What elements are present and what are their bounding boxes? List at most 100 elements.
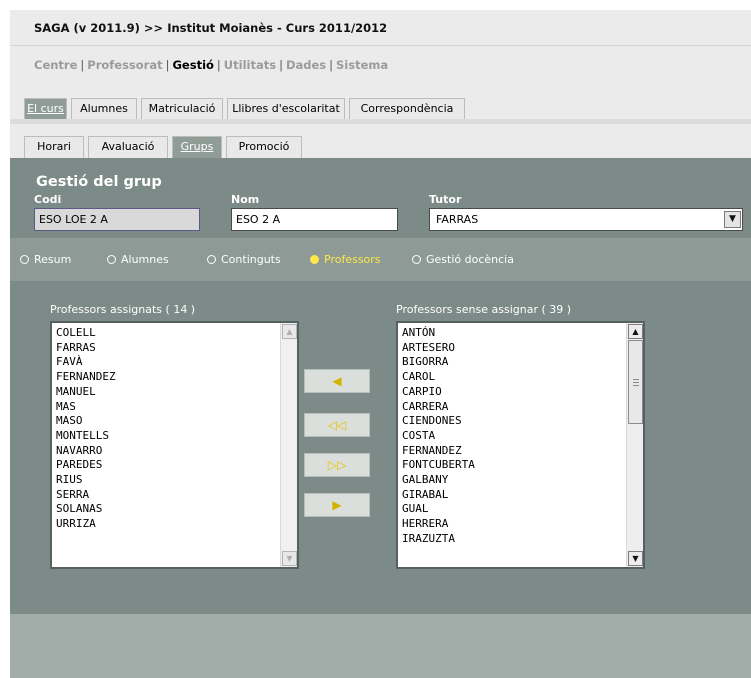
list-item[interactable]: HERRERA bbox=[402, 517, 475, 532]
list-item[interactable]: MONTELLS bbox=[56, 429, 116, 444]
list-item[interactable]: IRAZUZTA bbox=[402, 532, 475, 547]
top-menu: Centre | Professorat | Gestió | Utilitats | Dade… bbox=[10, 46, 751, 86]
nom-label: Nom bbox=[231, 193, 260, 206]
list-item[interactable]: ARTESERO bbox=[402, 341, 475, 356]
tab-horari[interactable]: Horari bbox=[24, 136, 84, 158]
tab-promocio[interactable]: Promoció bbox=[226, 136, 302, 158]
list-item[interactable]: FAVÀ bbox=[56, 355, 116, 370]
list-item[interactable]: MASO bbox=[56, 414, 116, 429]
list-item[interactable]: BIGORRA bbox=[402, 355, 475, 370]
codi-field[interactable]: ESO LOE 2 A bbox=[34, 208, 200, 231]
list-item[interactable]: FONTCUBERTA bbox=[402, 458, 475, 473]
list-item[interactable]: MANUEL bbox=[56, 385, 116, 400]
list-item[interactable]: SOLANAS bbox=[56, 502, 116, 517]
list-item[interactable]: RIUS bbox=[56, 473, 116, 488]
option-label: Resum bbox=[34, 253, 72, 266]
list-item[interactable]: COLELL bbox=[56, 326, 116, 341]
list-item[interactable]: PAREDES bbox=[56, 458, 116, 473]
tab-avaluacio[interactable]: Avaluació bbox=[88, 136, 168, 158]
radio-icon bbox=[20, 255, 29, 264]
codi-label: Codi bbox=[34, 193, 62, 206]
grip-line bbox=[633, 379, 639, 380]
list-item[interactable]: GUAL bbox=[402, 502, 475, 517]
assigned-scrollbar[interactable]: ▲ ▼ bbox=[280, 323, 297, 567]
scroll-down-icon[interactable]: ▼ bbox=[628, 551, 643, 566]
tab-el-curs[interactable]: El curs bbox=[24, 98, 67, 120]
option-continguts[interactable]: Continguts bbox=[207, 253, 281, 266]
option-label: Alumnes bbox=[121, 253, 169, 266]
tutor-label: Tutor bbox=[429, 193, 462, 206]
list-item[interactable]: ANTÓN bbox=[402, 326, 475, 341]
option-label: Continguts bbox=[221, 253, 281, 266]
menu-separator: | bbox=[80, 58, 85, 72]
radio-icon bbox=[207, 255, 216, 264]
list-item[interactable]: MAS bbox=[56, 400, 116, 415]
option-label: Professors bbox=[324, 253, 381, 266]
title-bar: SAGA (v 2011.9) >> Institut Moianès - Cu… bbox=[10, 10, 751, 46]
menu-sistema[interactable]: Sistema bbox=[336, 58, 388, 72]
scroll-down-icon[interactable]: ▼ bbox=[282, 551, 297, 566]
tab-llibres-escolaritat[interactable]: Llibres d'escolaritat bbox=[227, 98, 345, 120]
radio-selected-icon bbox=[310, 255, 319, 264]
move-left-button[interactable]: ◀ bbox=[304, 369, 370, 393]
list-item[interactable]: CIENDONES bbox=[402, 414, 475, 429]
unassigned-label: Professors sense assignar ( 39 ) bbox=[396, 303, 572, 316]
option-professors[interactable]: Professors bbox=[310, 253, 381, 266]
menu-centre[interactable]: Centre bbox=[34, 58, 77, 72]
group-title: Gestió del grup bbox=[36, 174, 162, 190]
list-item[interactable]: FARRAS bbox=[56, 341, 116, 356]
chevron-down-icon[interactable]: ▼ bbox=[724, 211, 741, 228]
menu-separator: | bbox=[279, 58, 283, 72]
list-item[interactable]: URRIZA bbox=[56, 517, 116, 532]
top-menu-items: Centre | Professorat | Gestió | Utilitats | Dade… bbox=[34, 58, 388, 72]
tab-correspondencia[interactable]: Correspondència bbox=[349, 98, 465, 120]
option-gestio-docencia[interactable]: Gestió docència bbox=[412, 253, 514, 266]
menu-gestio[interactable]: Gestió bbox=[172, 58, 213, 72]
tab-matriculacio[interactable]: Matriculació bbox=[141, 98, 223, 120]
grip-line bbox=[633, 385, 639, 386]
list-item[interactable]: GIRABAL bbox=[402, 488, 475, 503]
footer-area bbox=[10, 614, 751, 678]
menu-professorat[interactable]: Professorat bbox=[87, 58, 162, 72]
move-right-button[interactable]: ▶ bbox=[304, 493, 370, 517]
scroll-up-icon[interactable]: ▲ bbox=[628, 324, 643, 339]
unassigned-list[interactable]: ANTÓN ARTESERO BIGORRA CAROL CARPIO CARRERA CI… bbox=[396, 321, 645, 569]
professors-panel: Professors assignats ( 14 ) COLELL FARRAS… bbox=[10, 281, 751, 614]
list-item[interactable]: CARPIO bbox=[402, 385, 475, 400]
menu-separator: | bbox=[165, 58, 170, 72]
radio-icon bbox=[107, 255, 116, 264]
list-item[interactable]: FERNANDEZ bbox=[56, 370, 116, 385]
tabs-level2: Horari Avaluació Grups Promoció bbox=[10, 124, 751, 158]
assigned-label: Professors assignats ( 14 ) bbox=[50, 303, 196, 316]
sub-navigation: Resum Alumnes Continguts Professors Gest… bbox=[10, 238, 751, 281]
grip-line bbox=[633, 382, 639, 383]
tab-alumnes[interactable]: Alumnes bbox=[71, 98, 137, 120]
page: SAGA (v 2011.9) >> Institut Moianès - Cu… bbox=[0, 0, 751, 678]
app-title: SAGA (v 2011.9) >> Institut Moianès - Cu… bbox=[34, 21, 388, 35]
list-item[interactable]: GALBANY bbox=[402, 473, 475, 488]
list-item[interactable]: FERNANDEZ bbox=[402, 444, 475, 459]
unassigned-scrollbar[interactable]: ▲ ▼ bbox=[626, 323, 643, 567]
list-item[interactable]: CAROL bbox=[402, 370, 475, 385]
option-label: Gestió docència bbox=[426, 253, 514, 266]
move-all-right-button[interactable]: ▷▷ bbox=[304, 453, 370, 477]
list-item[interactable]: CARRERA bbox=[402, 400, 475, 415]
menu-separator: | bbox=[216, 58, 221, 72]
menu-utilitats[interactable]: Utilitats bbox=[224, 58, 276, 72]
list-item[interactable]: SERRA bbox=[56, 488, 116, 503]
menu-dades[interactable]: Dades bbox=[286, 58, 326, 72]
menu-separator: | bbox=[329, 58, 333, 72]
list-item[interactable]: COSTA bbox=[402, 429, 475, 444]
scroll-up-icon[interactable]: ▲ bbox=[282, 324, 297, 339]
nom-field[interactable]: ESO 2 A bbox=[231, 208, 398, 231]
scroll-thumb[interactable] bbox=[628, 340, 643, 424]
tutor-value: FARRAS bbox=[436, 213, 479, 226]
tutor-select[interactable]: FARRAS ▼ bbox=[429, 208, 743, 231]
option-alumnes[interactable]: Alumnes bbox=[107, 253, 169, 266]
tab-grups[interactable]: Grups bbox=[172, 136, 222, 158]
list-item[interactable]: NAVARRO bbox=[56, 444, 116, 459]
assigned-list[interactable]: COLELL FARRAS FAVÀ FERNANDEZ MANUEL MAS MASO MO… bbox=[50, 321, 299, 569]
unassigned-items: ANTÓN ARTESERO BIGORRA CAROL CARPIO CARRERA CI… bbox=[402, 326, 475, 547]
move-all-left-button[interactable]: ◁◁ bbox=[304, 413, 370, 437]
option-resum[interactable]: Resum bbox=[20, 253, 71, 266]
